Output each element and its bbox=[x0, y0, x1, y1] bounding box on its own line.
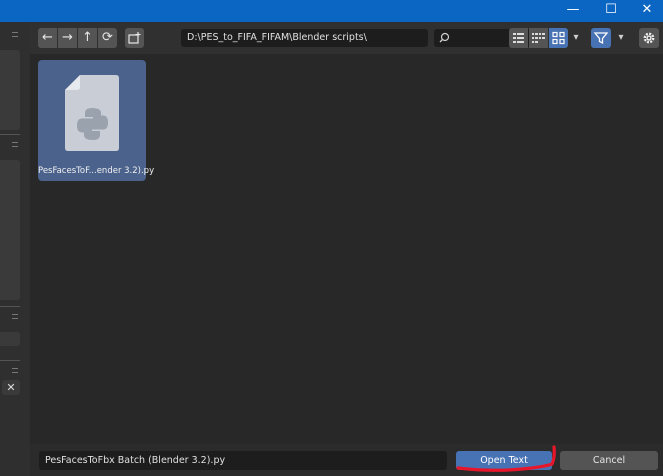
filter-toggle-button[interactable] bbox=[591, 28, 611, 48]
bookmarks-list-panel[interactable] bbox=[0, 160, 20, 300]
minimize-button[interactable]: — bbox=[555, 0, 591, 22]
forward-button[interactable]: → bbox=[58, 28, 77, 48]
back-button[interactable]: ← bbox=[38, 28, 57, 48]
thumbnails-icon bbox=[552, 31, 565, 45]
new-folder-icon bbox=[128, 32, 141, 44]
file-browser-footer: PesFacesToFbx Batch (Blender 3.2).py Ope… bbox=[30, 444, 663, 476]
system-list-panel[interactable] bbox=[0, 50, 20, 130]
side-panel: ✕ bbox=[0, 22, 30, 476]
panel-grip-icon[interactable] bbox=[12, 142, 18, 147]
directory-path-field[interactable]: D:\PES_to_FIFA_FIFAM\Blender scripts\ bbox=[181, 29, 428, 47]
view-horizontal-list-button[interactable] bbox=[529, 28, 548, 48]
gear-icon bbox=[643, 32, 655, 44]
file-browser-toolbar: ← → ↑ ⟳ D:\PES_to_FIFA_FIFAM\Blender scr… bbox=[30, 22, 663, 54]
recent-field[interactable] bbox=[0, 332, 20, 346]
parent-directory-button[interactable]: ↑ bbox=[78, 28, 97, 48]
cancel-button[interactable]: Cancel bbox=[560, 451, 658, 470]
search-icon bbox=[439, 32, 450, 43]
remove-icon[interactable]: ✕ bbox=[2, 380, 20, 395]
panel-divider bbox=[0, 360, 20, 361]
view-vertical-list-button[interactable] bbox=[509, 28, 528, 48]
refresh-button[interactable]: ⟳ bbox=[98, 28, 117, 48]
python-file-icon bbox=[65, 75, 119, 151]
panel-grip-icon[interactable] bbox=[12, 314, 18, 319]
new-folder-button[interactable] bbox=[125, 28, 144, 48]
panel-grip-icon[interactable] bbox=[12, 32, 18, 37]
file-name-label: PesFacesToF...ender 3.2).py bbox=[38, 166, 155, 176]
filename-input[interactable]: PesFacesToFbx Batch (Blender 3.2).py bbox=[39, 451, 447, 470]
annotation-underline bbox=[456, 445, 556, 472]
window-titlebar: — ☐ ✕ bbox=[0, 0, 663, 22]
view-thumbnails-button[interactable] bbox=[549, 28, 568, 48]
settings-button[interactable] bbox=[639, 28, 659, 48]
filter-settings-chevron-icon[interactable]: ▾ bbox=[614, 28, 628, 48]
file-tile[interactable]: PesFacesToF...ender 3.2).py bbox=[38, 60, 155, 181]
maximize-button[interactable]: ☐ bbox=[593, 0, 629, 22]
panel-divider bbox=[0, 134, 20, 135]
horizontal-list-icon bbox=[532, 33, 545, 43]
filter-icon bbox=[593, 32, 609, 45]
vertical-list-icon bbox=[513, 33, 524, 43]
panel-grip-icon[interactable] bbox=[12, 368, 18, 373]
panel-divider bbox=[0, 306, 20, 307]
close-window-button[interactable]: ✕ bbox=[629, 0, 663, 22]
display-settings-chevron-icon[interactable]: ▾ bbox=[569, 28, 583, 48]
